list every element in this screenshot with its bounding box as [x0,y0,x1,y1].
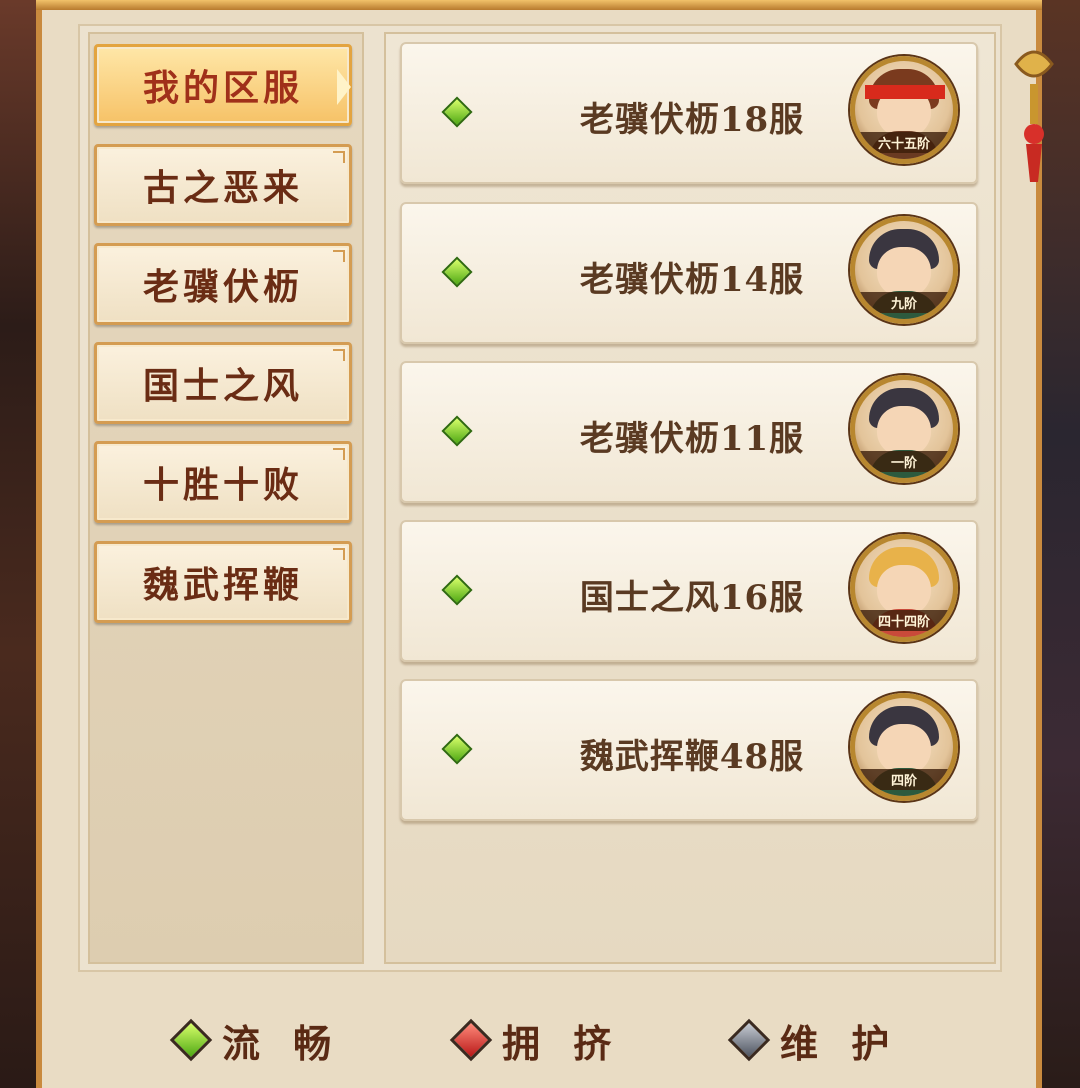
hero-avatar: 六十五阶 [850,56,958,164]
hero-avatar: 四十四阶 [850,534,958,642]
tab-shi-sheng-shi-bai[interactable]: 十胜十败 [94,441,352,523]
server-row[interactable]: 老骥伏枥11服 一阶 [400,361,978,503]
server-row[interactable]: 老骥伏枥18服 六十五阶 [400,42,978,184]
tab-wei-wu-hui-bian[interactable]: 魏武挥鞭 [94,541,352,623]
active-tab-arrow-icon [337,69,351,105]
hero-avatar: 四阶 [850,693,958,801]
legend-label: 拥 挤 [502,1020,622,1066]
legend-crowded: 拥 挤 [449,1012,622,1068]
chinese-knot-icon [1014,50,1054,182]
legend-maintenance: 维 护 [727,1012,900,1068]
status-smooth-icon [441,574,473,606]
hero-avatar: 一阶 [850,375,958,483]
tab-label: 魏武挥鞭 [142,564,303,606]
player-rank: 九阶 [855,292,953,313]
player-rank: 四十四阶 [855,610,953,631]
tab-label: 古之恶来 [142,167,303,209]
tab-corner-ornament [333,349,345,361]
avatar-face [877,406,931,456]
server-name: 老骥伏枥11服 [579,419,805,459]
server-name: 老骥伏枥14服 [579,260,805,300]
tab-corner-ornament [333,151,345,163]
tab-corner-ornament [333,250,345,262]
tab-label: 我的区服 [142,67,303,109]
tab-label: 国士之风 [142,365,303,407]
status-smooth-icon [441,96,473,128]
status-maintenance-icon [727,1018,771,1062]
status-smooth-icon [441,256,473,288]
legend-smooth: 流 畅 [169,1012,342,1068]
tab-lao-ji-fu-li[interactable]: 老骥伏枥 [94,243,352,325]
tab-guo-shi-zhi-feng[interactable]: 国士之风 [94,342,352,424]
server-name: 魏武挥鞭48服 [579,737,805,777]
status-smooth-icon [441,733,473,765]
tab-gu-zhi-e-lai[interactable]: 古之恶来 [94,144,352,226]
server-name: 老骥伏枥18服 [579,100,805,140]
server-row[interactable]: 魏武挥鞭48服 四阶 [400,679,978,821]
tab-corner-ornament [333,548,345,560]
tab-label: 老骥伏枥 [142,266,303,308]
player-rank: 四阶 [855,769,953,790]
server-name: 国士之风16服 [579,578,805,618]
player-rank: 六十五阶 [855,132,953,153]
tab-label: 十胜十败 [142,464,303,506]
avatar-face [877,565,931,615]
tab-my-servers[interactable]: 我的区服 [94,44,352,126]
panel-top-border [36,0,1042,10]
status-smooth-icon [441,415,473,447]
avatar-face [877,247,931,297]
status-smooth-icon [169,1018,213,1062]
legend-label: 流 畅 [222,1020,342,1066]
player-rank: 一阶 [855,451,953,472]
status-crowded-icon [449,1018,493,1062]
avatar-face [877,724,931,774]
server-row[interactable]: 国士之风16服 四十四阶 [400,520,978,662]
legend-label: 维 护 [780,1020,900,1066]
hero-avatar: 九阶 [850,216,958,324]
avatar-headband [865,85,945,99]
tab-corner-ornament [333,448,345,460]
server-row[interactable]: 老骥伏枥14服 九阶 [400,202,978,344]
